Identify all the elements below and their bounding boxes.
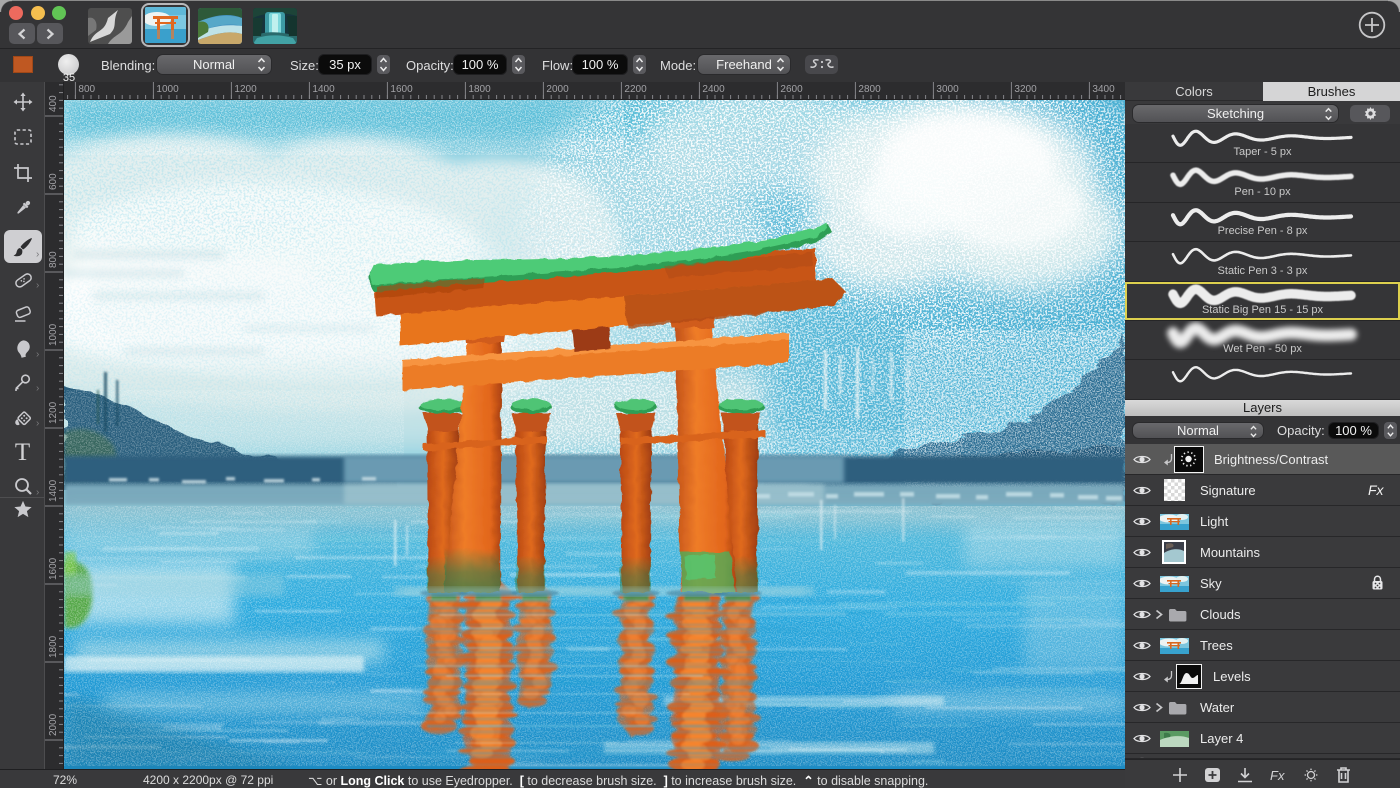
svg-text:1600: 1600 <box>48 557 59 580</box>
svg-text:2400: 2400 <box>702 84 725 95</box>
svg-text:2000: 2000 <box>546 84 569 95</box>
svg-text:2600: 2600 <box>780 84 803 95</box>
svg-text:1400: 1400 <box>312 84 335 95</box>
svg-text:1800: 1800 <box>468 84 491 95</box>
svg-text:1200: 1200 <box>48 401 59 424</box>
svg-text:2200: 2200 <box>624 84 647 95</box>
svg-text:600: 600 <box>48 173 59 190</box>
svg-text:400: 400 <box>48 95 59 112</box>
svg-text:1600: 1600 <box>390 84 413 95</box>
svg-text:1800: 1800 <box>48 635 59 658</box>
svg-text:2000: 2000 <box>48 713 59 736</box>
svg-text:3000: 3000 <box>936 84 959 95</box>
svg-text:1200: 1200 <box>234 84 257 95</box>
svg-text:1400: 1400 <box>48 479 59 502</box>
svg-text:3400: 3400 <box>1092 84 1115 95</box>
svg-text:1000: 1000 <box>156 84 179 95</box>
svg-text:2800: 2800 <box>858 84 881 95</box>
svg-text:Fx: Fx <box>1270 768 1285 783</box>
svg-text:3200: 3200 <box>1014 84 1037 95</box>
svg-text:800: 800 <box>78 84 95 95</box>
svg-text:1000: 1000 <box>48 323 59 346</box>
svg-text:800: 800 <box>48 251 59 268</box>
